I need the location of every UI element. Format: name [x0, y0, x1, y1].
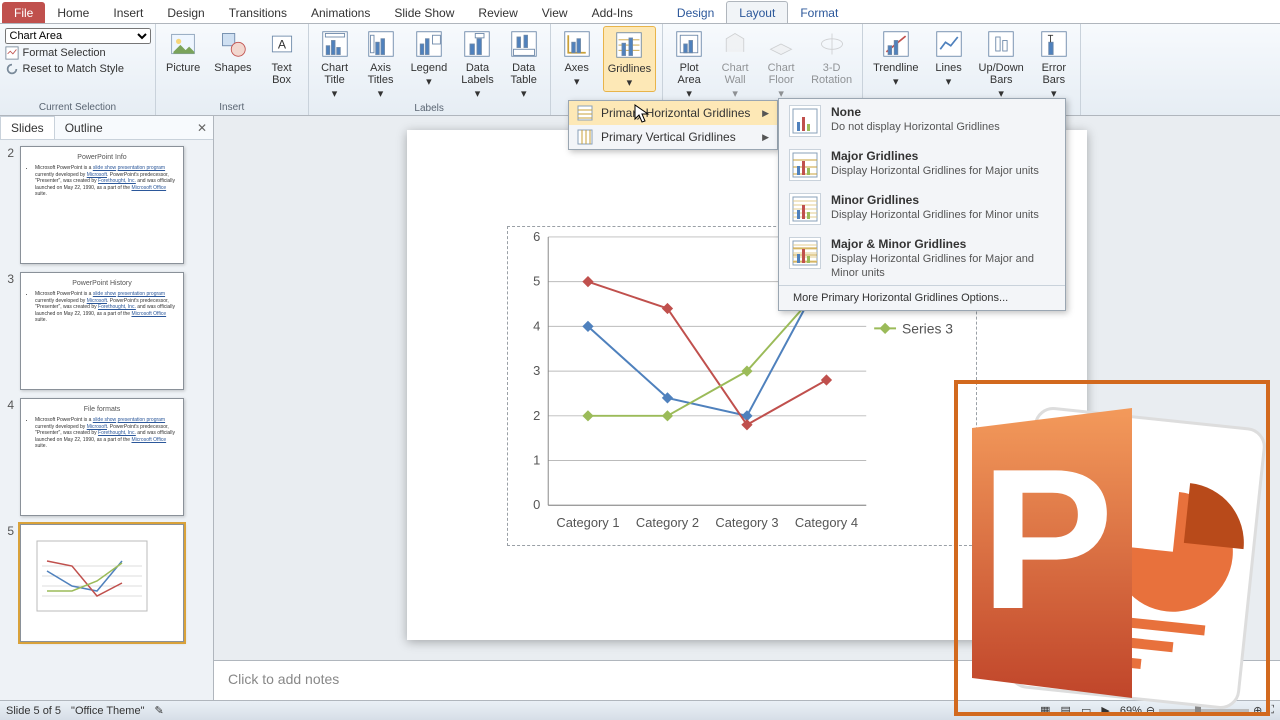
chart-floor-button[interactable]: Chart Floor ▾ [761, 26, 801, 102]
legend-button[interactable]: Legend ▾ [407, 26, 452, 90]
plot-area-icon [673, 28, 705, 60]
data-labels-icon [461, 28, 493, 60]
tab-animations[interactable]: Animations [299, 2, 382, 23]
error-bars-icon [1038, 28, 1070, 60]
shapes-icon [217, 28, 249, 60]
outline-tab[interactable]: Outline [55, 117, 113, 139]
slides-panel: Slides Outline ✕ 2 PowerPoint InfoMicros… [0, 116, 214, 700]
data-table-icon [508, 28, 540, 60]
thumb-number: 2 [4, 146, 14, 264]
gridlines-more-options[interactable]: More Primary Horizontal Gridlines Option… [779, 285, 1065, 310]
tab-slideshow[interactable]: Slide Show [382, 2, 466, 23]
svg-text:Category 4: Category 4 [795, 515, 858, 530]
thumb-number: 4 [4, 398, 14, 516]
picture-icon [167, 28, 199, 60]
chart-floor-icon [765, 28, 797, 60]
trendline-icon [880, 28, 912, 60]
axis-titles-button[interactable]: Axis Titles ▾ [361, 26, 401, 102]
tab-view[interactable]: View [530, 2, 580, 23]
tab-transitions[interactable]: Transitions [217, 2, 299, 23]
svg-text:Category 2: Category 2 [636, 515, 699, 530]
svg-text:4: 4 [533, 318, 540, 333]
svg-text:Category 1: Category 1 [556, 515, 619, 530]
rotation-3d-icon [816, 28, 848, 60]
format-selection-button[interactable]: Format Selection [5, 46, 106, 60]
legend-icon [413, 28, 445, 60]
gridlines-none-item[interactable]: NoneDo not display Horizontal Gridlines [779, 99, 1065, 143]
slide-thumbnail[interactable]: File formatsMicrosoft PowerPoint is a sl… [20, 398, 184, 516]
svg-text:5: 5 [533, 274, 540, 289]
error-bars-button[interactable]: Error Bars ▾ [1034, 26, 1074, 102]
slides-tab[interactable]: Slides [0, 116, 55, 139]
gridlines-none-icon [789, 105, 821, 137]
chart-wall-icon [719, 28, 751, 60]
tab-addins[interactable]: Add-Ins [580, 2, 645, 23]
svg-text:Series 3: Series 3 [902, 320, 953, 336]
trendline-button[interactable]: Trendline ▾ [869, 26, 922, 90]
reset-style-button[interactable]: Reset to Match Style [5, 62, 125, 76]
gridlines-minor-icon [789, 193, 821, 225]
lines-button[interactable]: Lines ▾ [929, 26, 969, 90]
primary-horizontal-gridlines-item[interactable]: Primary Horizontal Gridlines▶ [569, 101, 777, 125]
group-labels: Labels [414, 102, 443, 115]
gridlines-minor-item[interactable]: Minor GridlinesDisplay Horizontal Gridli… [779, 187, 1065, 231]
slide-thumbnail[interactable]: PowerPoint InfoMicrosoft PowerPoint is a… [20, 146, 184, 264]
powerpoint-logo: P [952, 378, 1272, 718]
svg-text:A: A [277, 37, 286, 51]
svg-text:P: P [980, 428, 1113, 651]
slide-thumbnail[interactable]: PowerPoint HistoryMicrosoft PowerPoint i… [20, 272, 184, 390]
data-labels-button[interactable]: Data Labels ▾ [457, 26, 497, 102]
tab-home[interactable]: Home [45, 2, 101, 23]
data-table-button[interactable]: Data Table ▾ [504, 26, 544, 102]
gridlines-button[interactable]: Gridlines ▾ [603, 26, 656, 92]
gridlines-major-item[interactable]: Major GridlinesDisplay Horizontal Gridli… [779, 143, 1065, 187]
lines-icon [933, 28, 965, 60]
updown-bars-button[interactable]: Up/Down Bars ▾ [975, 26, 1028, 102]
panel-close-icon[interactable]: ✕ [191, 121, 213, 135]
tab-file[interactable]: File [2, 2, 45, 23]
gridlines-major-icon [789, 149, 821, 181]
insert-textbox-button[interactable]: AText Box [262, 26, 302, 88]
svg-text:6: 6 [533, 229, 540, 244]
axes-icon [561, 28, 593, 60]
insert-shapes-button[interactable]: Shapes [210, 26, 255, 76]
svg-text:Category 3: Category 3 [715, 515, 778, 530]
group-insert: Insert [219, 101, 244, 114]
updown-bars-icon [985, 28, 1017, 60]
svg-text:0: 0 [533, 497, 540, 512]
svg-text:1: 1 [533, 453, 540, 468]
axes-button[interactable]: Axes ▾ [557, 26, 597, 90]
tab-chart-design[interactable]: Design [665, 2, 726, 23]
thumb-number: 3 [4, 272, 14, 390]
gridlines-both-item[interactable]: Major & Minor GridlinesDisplay Horizonta… [779, 231, 1065, 285]
svg-text:2: 2 [533, 408, 540, 423]
thumb-number: 5 [4, 524, 14, 642]
group-current-selection: Current Selection [39, 101, 116, 114]
slide-thumbnail[interactable] [20, 524, 184, 642]
horizontal-gridlines-options: NoneDo not display Horizontal Gridlines … [778, 98, 1066, 311]
chart-wall-button[interactable]: Chart Wall ▾ [715, 26, 755, 102]
gridlines-submenu: Primary Horizontal Gridlines▶ Primary Ve… [568, 100, 778, 150]
tab-chart-layout[interactable]: Layout [726, 1, 788, 23]
rotation-3d-button[interactable]: 3-D Rotation [807, 26, 856, 88]
chart-element-select[interactable]: Chart Area [5, 28, 151, 44]
axis-titles-icon [365, 28, 397, 60]
ribbon-tabs: File Home Insert Design Transitions Anim… [0, 0, 1280, 24]
tab-review[interactable]: Review [466, 2, 529, 23]
tab-design[interactable]: Design [155, 2, 216, 23]
spellcheck-icon[interactable]: ✎ [154, 704, 163, 717]
svg-text:3: 3 [533, 363, 540, 378]
gridlines-both-icon [789, 237, 821, 269]
status-slide-number: Slide 5 of 5 [6, 705, 61, 717]
chart-title-icon [319, 28, 351, 60]
textbox-icon: A [266, 28, 298, 60]
insert-picture-button[interactable]: Picture [162, 26, 204, 76]
status-theme: "Office Theme" [71, 705, 144, 717]
gridlines-icon [613, 29, 645, 61]
primary-vertical-gridlines-item[interactable]: Primary Vertical Gridlines▶ [569, 125, 777, 149]
tab-insert[interactable]: Insert [101, 2, 155, 23]
plot-area-button[interactable]: Plot Area ▾ [669, 26, 709, 102]
tab-chart-format[interactable]: Format [788, 2, 850, 23]
chart-title-button[interactable]: Chart Title ▾ [315, 26, 355, 102]
